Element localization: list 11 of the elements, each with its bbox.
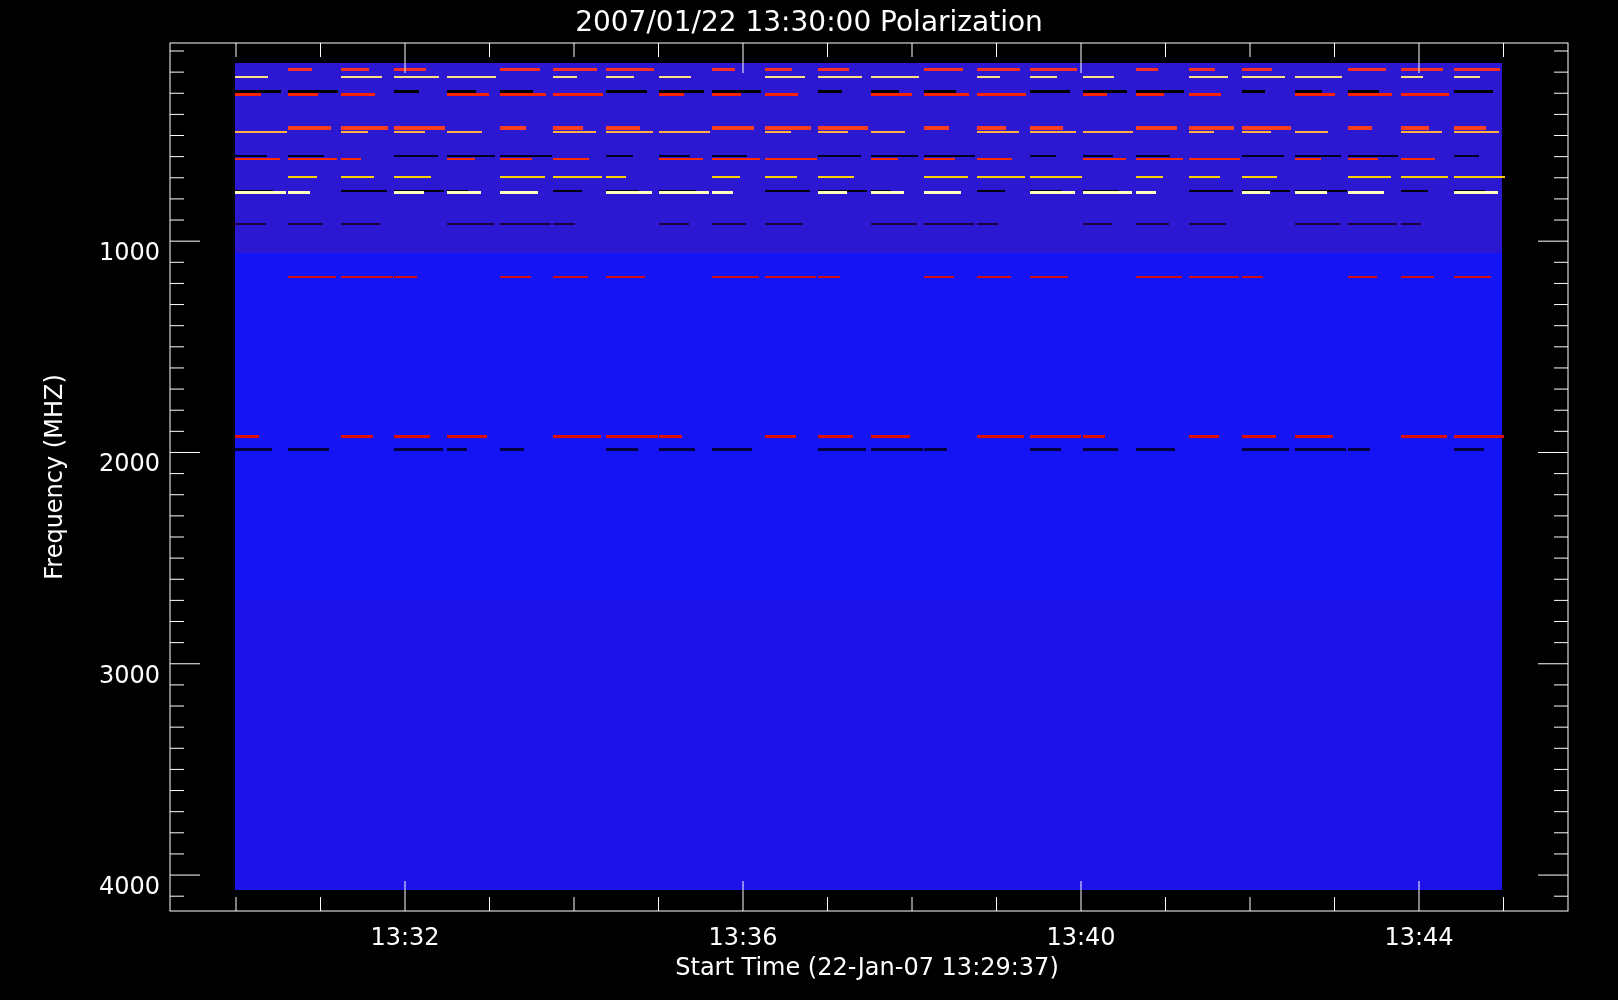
x-tick-label: 13:44 bbox=[1384, 923, 1454, 951]
x-axis-label: Start Time (22-Jan-07 13:29:37) bbox=[675, 953, 1059, 981]
y-tick-label: 4000 bbox=[98, 871, 160, 900]
x-tick-label: 13:36 bbox=[708, 923, 778, 951]
x-tick-label: 13:32 bbox=[370, 923, 440, 951]
y-axis-label: Frequency (MHZ) bbox=[40, 374, 68, 580]
y-tick-label: 2000 bbox=[98, 449, 160, 478]
y-tick-label: 1000 bbox=[98, 238, 160, 266]
x-tick-label: 13:40 bbox=[1046, 923, 1116, 951]
y-tick-label: 3000 bbox=[98, 660, 160, 689]
plot-title: 2007/01/22 13:30:00 Polarization bbox=[575, 5, 1043, 38]
